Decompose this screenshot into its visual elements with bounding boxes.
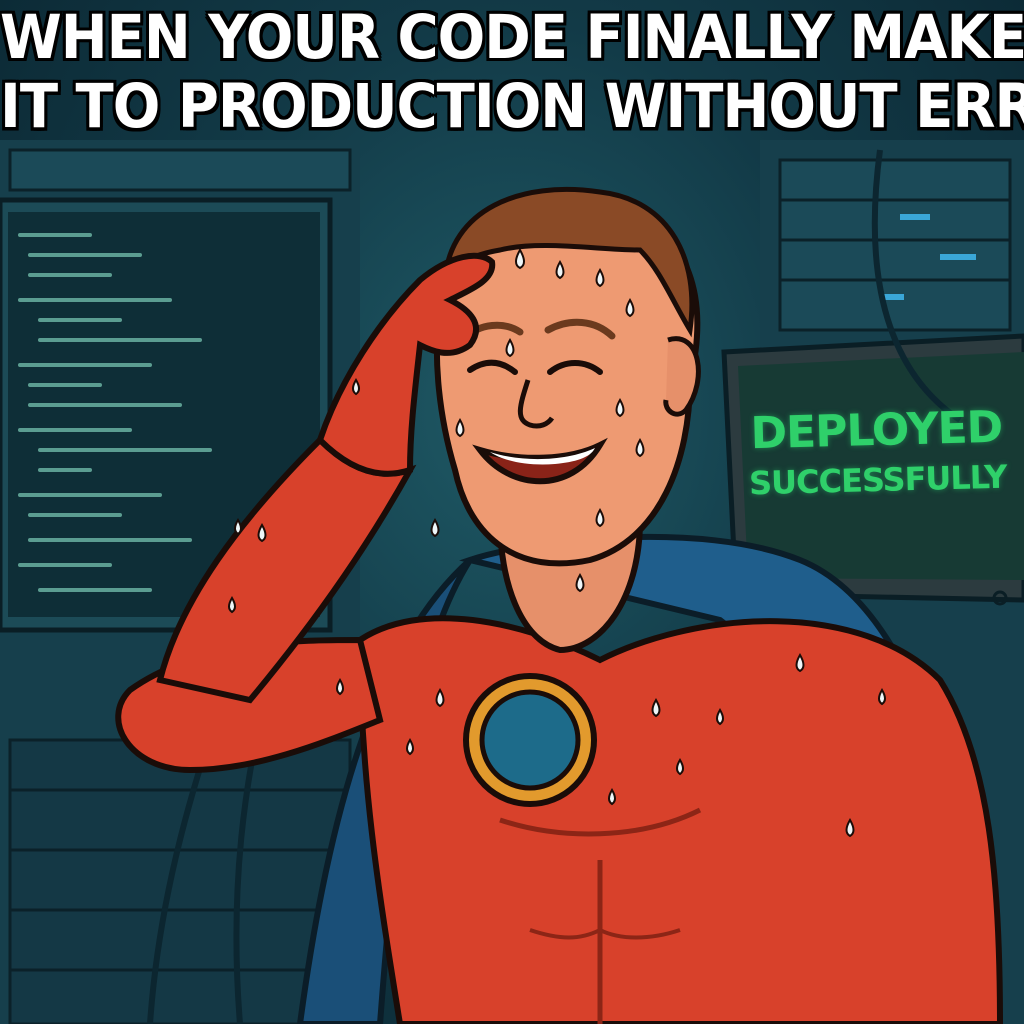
caption-line-1: WHEN YOUR CODE FINALLY MAKES [0,2,1024,74]
chest-emblem [463,673,597,807]
head [433,186,701,567]
deploy-status-line-2: SUCCESSFULLY [748,457,1007,503]
caption-line-2: IT TO PRODUCTION WITHOUT ERRORS [0,72,1024,143]
deploy-status-line-1: DEPLOYED [749,401,1003,460]
illustration [0,140,1024,1024]
deploy-status-text: DEPLOYED SUCCESSFULLY [741,400,1013,505]
torso [356,615,1004,1024]
meme-image: DEPLOYED SUCCESSFULLY WHEN YOUR CODE FIN… [0,0,1024,1024]
meme-caption: WHEN YOUR CODE FINALLY MAKES IT TO PRODU… [0,2,1024,143]
